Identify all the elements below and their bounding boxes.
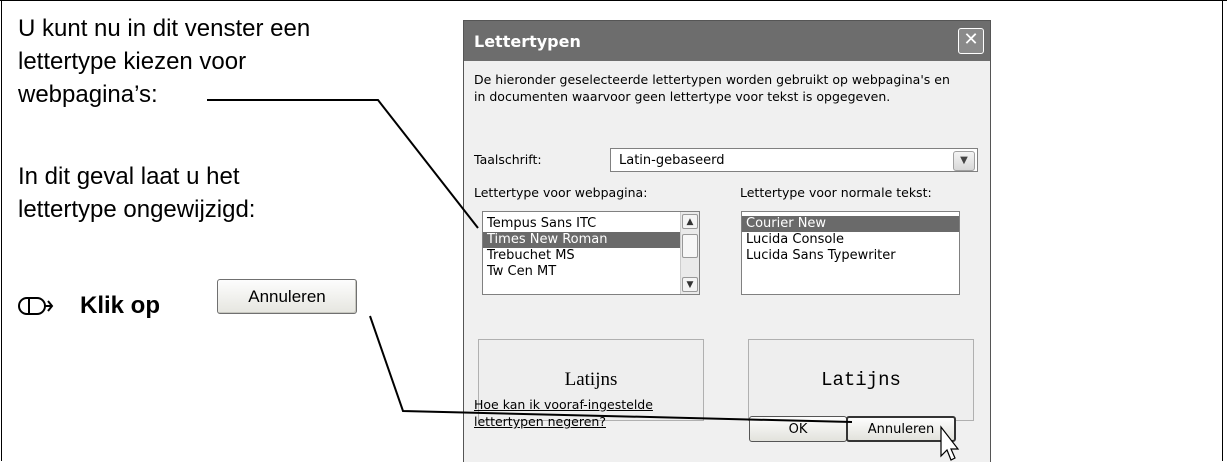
callout-line-fonts [207,99,479,229]
cursor-icon [940,425,960,461]
callout-line-cancel [369,315,853,423]
callout-lines [207,99,960,461]
